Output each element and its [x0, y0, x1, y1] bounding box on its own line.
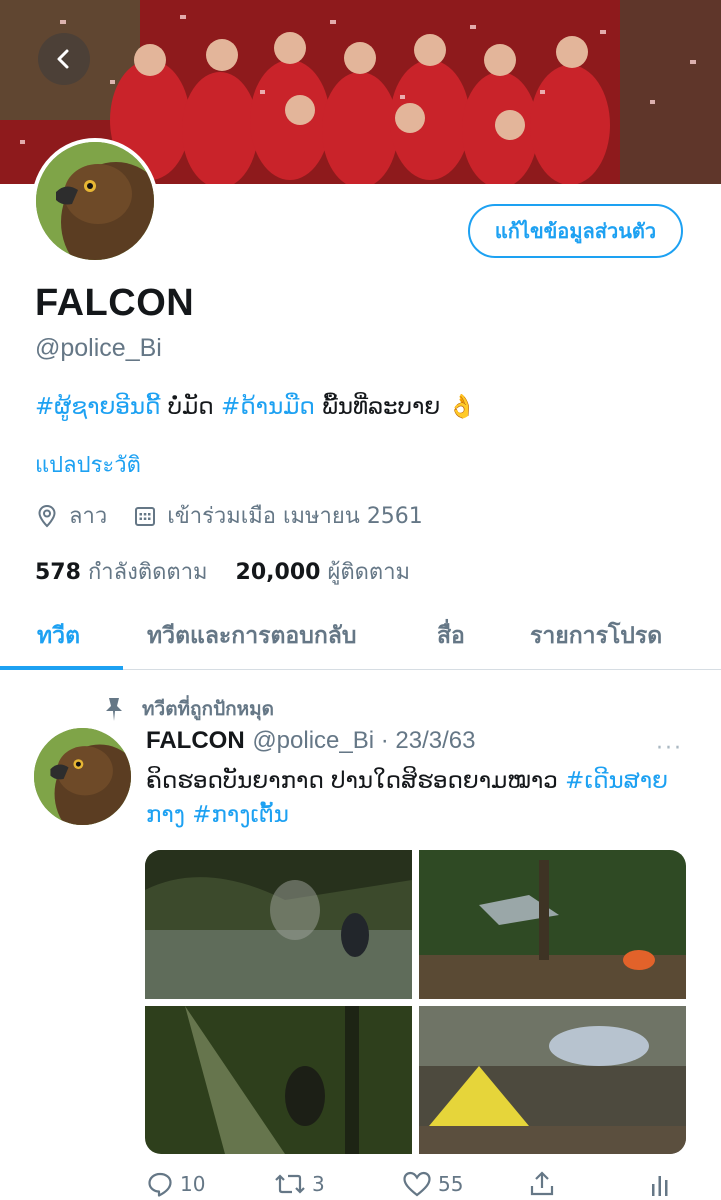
- retweet-button[interactable]: 3: [274, 1170, 325, 1198]
- analytics-icon: [652, 1176, 668, 1196]
- bio-hashtag-1[interactable]: #ຜູ້ຊາຍອີນດີ້: [35, 394, 160, 420]
- media-photo-4[interactable]: [419, 1006, 686, 1154]
- media-photo-1[interactable]: [145, 850, 412, 999]
- tweet-text: ຄິດຮອດບັນຍາກາດ ປານໃດສິຮອດຍາມໝາວ #ເດີນສາຍ…: [146, 764, 696, 832]
- like-button[interactable]: 55: [402, 1170, 463, 1198]
- followers-label: ผู้ติดตาม: [327, 560, 411, 585]
- reply-button[interactable]: 10: [146, 1170, 205, 1198]
- share-button[interactable]: [528, 1170, 562, 1198]
- tab-media[interactable]: สื่อ: [437, 618, 465, 654]
- tweet-author-name[interactable]: FALCON: [146, 727, 245, 754]
- eagle-avatar-image: [36, 142, 154, 260]
- tweet-actions: 10 3 55: [146, 1166, 686, 1200]
- tweet-body: ຄິດຮອດບັນຍາກາດ ປານໃດສິຮອດຍາມໝາວ: [146, 768, 566, 794]
- retweet-icon: [275, 1174, 305, 1194]
- chevron-left-icon: [57, 49, 69, 69]
- reply-icon: [148, 1172, 172, 1197]
- heart-icon: [403, 1171, 431, 1197]
- tweet-handle-date: @police_Bi · 23/3/63: [252, 727, 476, 754]
- following-count: 578: [35, 560, 81, 585]
- bio-text-2: ພື້ນທີ່ລະບາຍ 👌: [314, 394, 477, 420]
- tweet-header: FALCON @police_Bi · 23/3/63: [146, 726, 475, 755]
- profile-meta: ลาว เข้าร่วมเมือ เมษายน 2561: [35, 498, 449, 533]
- display-name: FALCON: [35, 282, 195, 324]
- river-photo: [145, 850, 412, 999]
- reply-count: 10: [180, 1172, 206, 1196]
- tab-likes[interactable]: รายการโปรด: [530, 618, 662, 654]
- location-pin-icon: [38, 504, 56, 527]
- share-icon: [530, 1171, 554, 1196]
- eagle-avatar-image: [34, 728, 131, 825]
- tweet-hashtag-2[interactable]: #ກາງເຕັ້ນ: [185, 802, 289, 828]
- edit-profile-button[interactable]: แก้ไขข้อมูลส่วนตัว: [468, 204, 683, 258]
- retweet-count: 3: [312, 1172, 325, 1196]
- active-tab-indicator: [0, 666, 123, 670]
- following-label: กำลังติดตาม: [87, 560, 208, 585]
- more-options-icon[interactable]: ···: [656, 736, 683, 761]
- media-photo-2[interactable]: [419, 850, 686, 999]
- tab-tweets[interactable]: ทวีต: [37, 618, 80, 654]
- tweet-avatar[interactable]: [34, 728, 131, 825]
- profile-bio: #ຜູ້ຊາຍອີນດີ້ ບໍ່ມັດ #ດ້ານມືດ ພື້ນທີ່ລະບ…: [35, 393, 476, 420]
- following-link[interactable]: 578 กำลังติดตาม: [35, 560, 208, 585]
- like-count: 55: [438, 1172, 464, 1196]
- tab-tweets-replies[interactable]: ทวีตและการตอบกลับ: [147, 618, 356, 654]
- calendar-icon: [135, 506, 156, 526]
- media-photo-3[interactable]: [145, 1006, 412, 1154]
- back-button[interactable]: [38, 33, 90, 85]
- followers-count: 20,000: [235, 560, 321, 585]
- location-text: ลาว: [69, 504, 108, 529]
- follow-counts: 578 กำลังติดตาม 20,000 ผู้ติดตาม: [35, 554, 410, 589]
- forest-hammock-photo: [145, 1006, 412, 1154]
- tweet-hashtag-1-cont[interactable]: ກາງ: [146, 802, 185, 828]
- pin-icon: [106, 698, 122, 721]
- translate-bio-link[interactable]: แปลประวัติ: [35, 447, 141, 482]
- tweet-hashtag-1[interactable]: #ເດີນສາຍ: [565, 768, 668, 794]
- joined-date: เข้าร่วมเมือ เมษายน 2561: [167, 504, 423, 529]
- pinned-label: ทวีตที่ถูกปักหมุด: [100, 694, 274, 724]
- tweet-media-grid: [145, 850, 686, 1154]
- tent-campsite-photo: [419, 1006, 686, 1154]
- pinned-text: ทวีตที่ถูกปักหมุด: [142, 698, 275, 720]
- analytics-button[interactable]: [648, 1170, 678, 1198]
- profile-avatar[interactable]: [32, 138, 158, 264]
- bio-hashtag-2[interactable]: #ດ້ານມືດ: [221, 394, 315, 420]
- profile-handle: @police_Bi: [35, 334, 162, 362]
- bio-text-1: ບໍ່ມັດ: [160, 394, 221, 420]
- profile-tabs: ทวีต ทวีตและการตอบกลับ สื่อ รายการโปรด: [0, 600, 721, 670]
- jungle-camp-photo: [419, 850, 686, 999]
- followers-link[interactable]: 20,000 ผู้ติดตาม: [236, 560, 411, 585]
